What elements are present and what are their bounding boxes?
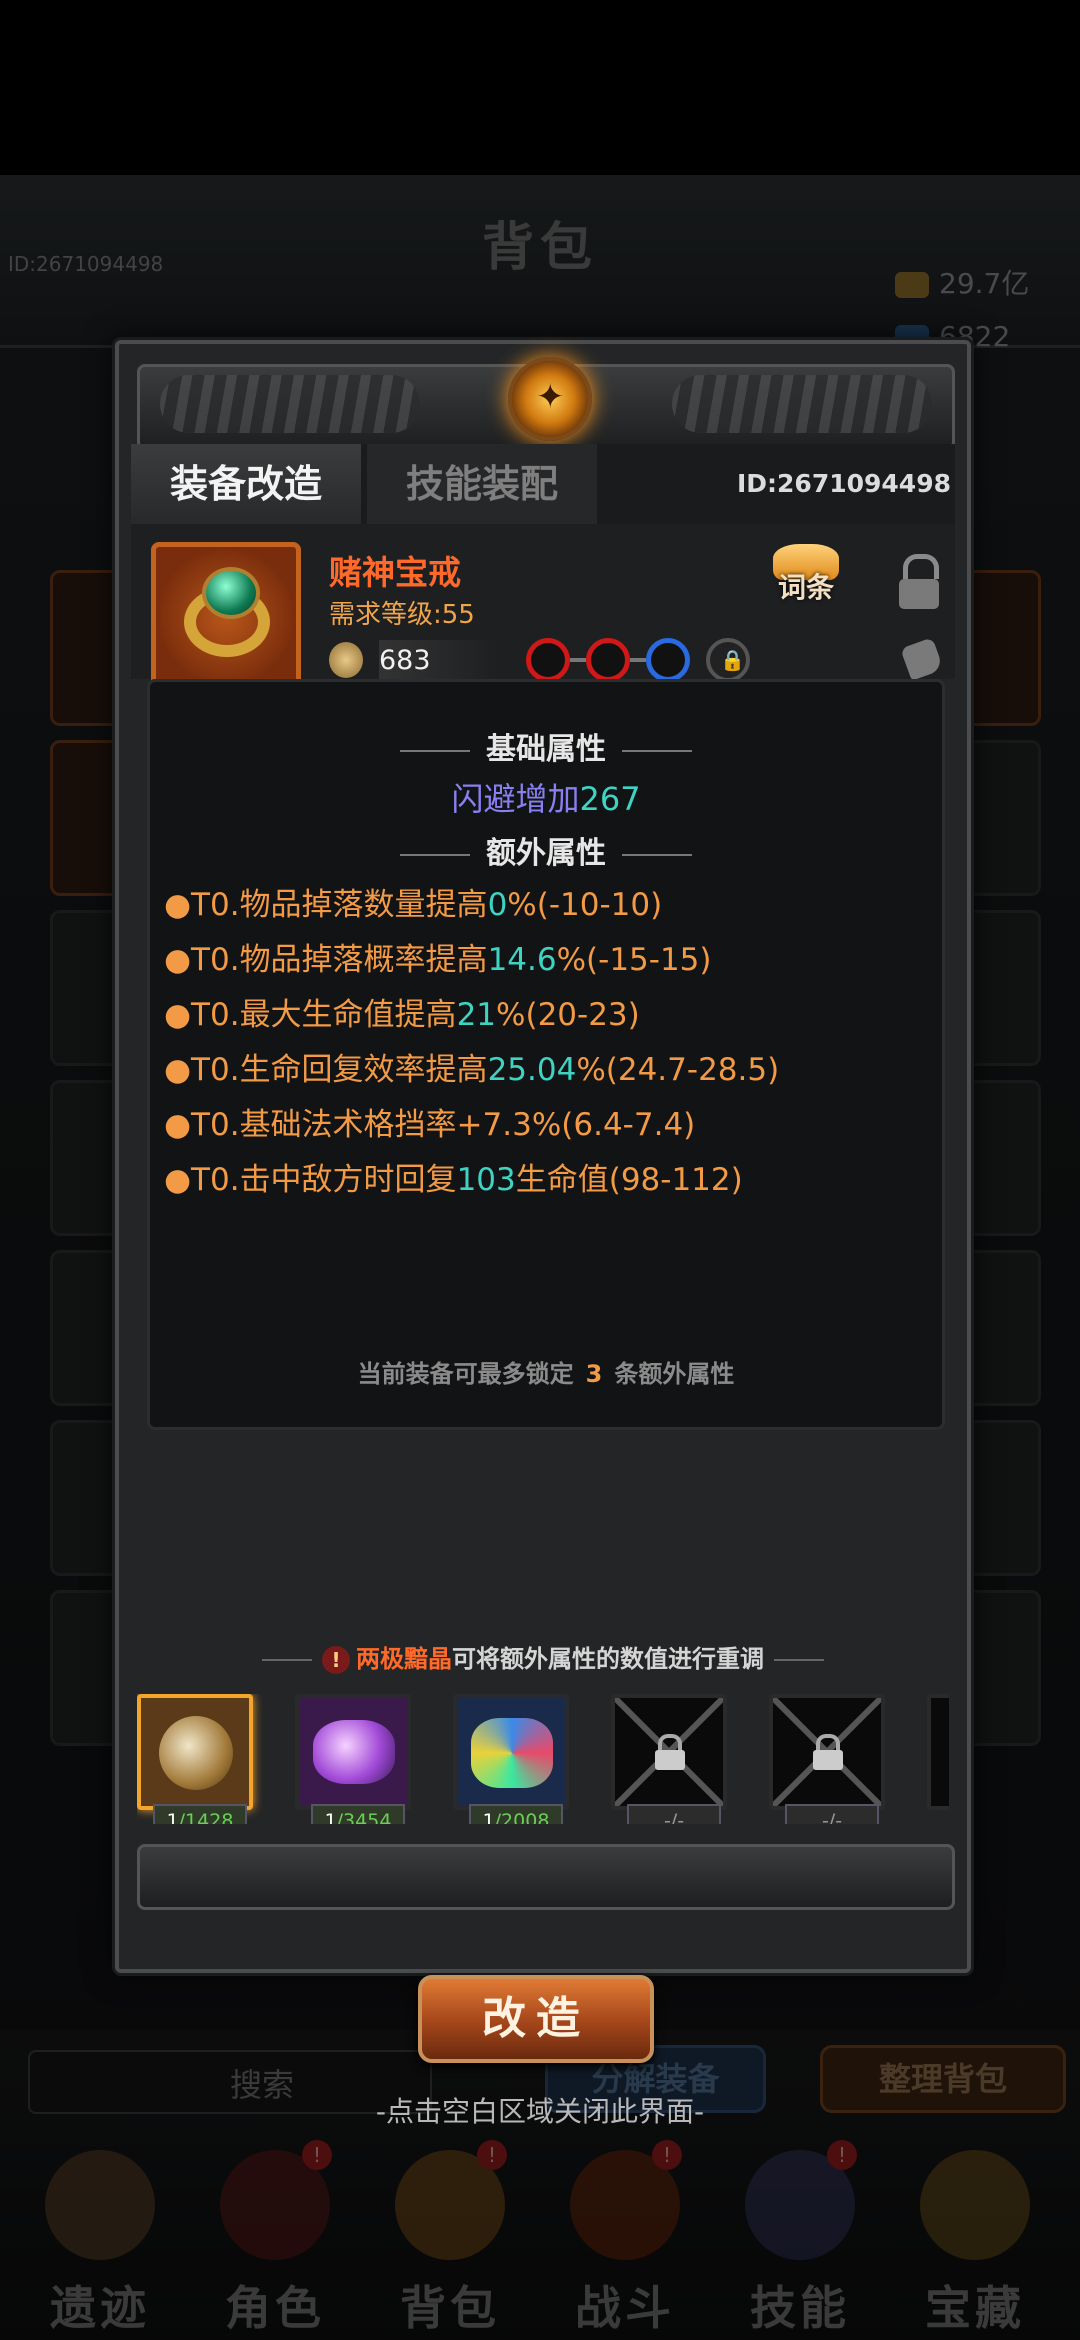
power-icon bbox=[329, 642, 363, 678]
ring-item-icon[interactable] bbox=[151, 542, 301, 692]
close-hint: -点击空白区域关闭此界面- bbox=[375, 2095, 705, 2128]
prism-crystal-icon bbox=[471, 1718, 553, 1788]
frame-ornament bbox=[672, 375, 932, 433]
extra-attributes-title: 额外属性 bbox=[150, 828, 942, 872]
blue-socket-icon[interactable] bbox=[646, 638, 690, 682]
padlock-icon bbox=[813, 1734, 843, 1770]
extra-attributes-list: ●T0.物品掉落数量提高0%(-10-10) ●T0.物品掉落概率提高14.6%… bbox=[164, 878, 934, 1208]
material-slot[interactable]: 1/1428 bbox=[137, 1694, 259, 1824]
materials-row: 1/1428 1/3454 1/2008 -/- -/- bbox=[137, 1694, 949, 1824]
lock-icon[interactable] bbox=[899, 554, 943, 609]
equipment-reforge-modal: ✦ 装备改造 技能装配 ID:2671094498 赌神宝戒 需求等级:55 6… bbox=[115, 340, 971, 1973]
extra-attribute[interactable]: ●T0.基础法术格挡率+7.3%(6.4-7.4) bbox=[164, 1098, 934, 1153]
item-header: 赌神宝戒 需求等级:55 683 🔒 词条 bbox=[131, 524, 955, 692]
glove-icon[interactable] bbox=[900, 637, 944, 681]
locked-socket-icon[interactable]: 🔒 bbox=[706, 638, 750, 682]
extra-attribute[interactable]: ●T0.最大生命值提高21%(20-23) bbox=[164, 988, 934, 1043]
red-socket-icon[interactable] bbox=[526, 638, 570, 682]
modal-top-frame: ✦ bbox=[137, 357, 955, 450]
purple-crystal-icon bbox=[313, 1720, 395, 1784]
reforge-button[interactable]: 改造 bbox=[418, 1975, 654, 2063]
extra-attribute[interactable]: ●T0.物品掉落概率提高14.6%(-15-15) bbox=[164, 933, 934, 988]
locked-material-slot[interactable]: -/- bbox=[611, 1694, 733, 1824]
tab-equipment-reforge[interactable]: 装备改造 bbox=[131, 444, 361, 529]
material-hint: ! 两极黯晶可将额外属性的数值进行重调 bbox=[119, 1639, 967, 1674]
material-slot[interactable]: 1/3454 bbox=[295, 1694, 417, 1824]
locked-material-slot[interactable]: -/- bbox=[769, 1694, 891, 1824]
item-level-requirement: 需求等级:55 bbox=[329, 600, 475, 630]
locked-material-slot[interactable] bbox=[927, 1694, 949, 1824]
flame-emblem-icon: ✦ bbox=[508, 357, 592, 441]
base-attribute: 闪避增加267 bbox=[451, 780, 641, 818]
material-count: -/- bbox=[627, 1804, 721, 1824]
material-count: 1/1428 bbox=[153, 1804, 247, 1824]
padlock-icon bbox=[655, 1734, 685, 1770]
material-count: 1/2008 bbox=[469, 1804, 563, 1824]
frame-ornament bbox=[160, 375, 420, 433]
extra-attribute[interactable]: ●T0.物品掉落数量提高0%(-10-10) bbox=[164, 878, 934, 933]
attributes-panel: 基础属性 闪避增加267 额外属性 ●T0.物品掉落数量提高0%(-10-10)… bbox=[147, 679, 945, 1430]
material-count: 1/3454 bbox=[311, 1804, 405, 1824]
material-slot[interactable]: 1/2008 bbox=[453, 1694, 575, 1824]
lock-limit-note: 当前装备可最多锁定 3 条额外属性 bbox=[357, 1360, 735, 1388]
tab-skill-equip[interactable]: 技能装配 bbox=[367, 444, 597, 524]
item-power: 683 bbox=[379, 640, 499, 682]
red-socket-icon[interactable] bbox=[586, 638, 630, 682]
player-id: ID:2671094498 bbox=[736, 469, 951, 498]
material-count: -/- bbox=[785, 1804, 879, 1824]
base-attributes-title: 基础属性 bbox=[150, 724, 942, 768]
extra-attribute[interactable]: ●T0.生命回复效率提高25.04%(24.7-28.5) bbox=[164, 1043, 934, 1098]
affix-button[interactable]: 词条 bbox=[761, 544, 851, 614]
extra-attribute[interactable]: ●T0.击中敌方时回复103生命值(98-112) bbox=[164, 1153, 934, 1208]
modal-bottom-frame bbox=[137, 1844, 955, 1910]
warning-icon: ! bbox=[322, 1646, 350, 1674]
yin-yang-orb-icon bbox=[159, 1716, 233, 1790]
tab-bar: 装备改造 技能装配 ID:2671094498 bbox=[131, 444, 955, 529]
item-name: 赌神宝戒 bbox=[329, 553, 461, 592]
